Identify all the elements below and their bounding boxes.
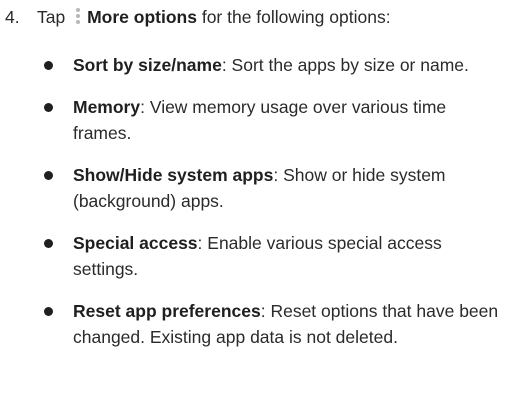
options-list: Sort by size/name: Sort the apps by size… (0, 52, 524, 366)
step-suffix: for the following options: (201, 7, 391, 27)
bullet-icon (44, 171, 53, 180)
more-options-kebab-icon (72, 7, 84, 25)
bullet-icon (44, 103, 53, 112)
step-prefix: Tap (37, 7, 66, 27)
list-item-system-apps: Show/Hide system apps: Show or hide syst… (0, 162, 524, 214)
step-line: 4. Tap More options for the following opt… (5, 4, 391, 30)
list-item-special-access: Special access: Enable various special a… (0, 230, 524, 282)
option-title: Show/Hide system apps (73, 165, 274, 185)
step-number: 4. (5, 7, 20, 27)
option-title: Reset app preferences (73, 301, 261, 321)
option-title: Special access (73, 233, 198, 253)
bullet-icon (44, 61, 53, 70)
option-title: Sort by size/name (73, 55, 222, 75)
list-item-sort: Sort by size/name: Sort the apps by size… (0, 52, 524, 78)
list-item-memory: Memory: View memory usage over various t… (0, 94, 524, 146)
bullet-icon (44, 239, 53, 248)
list-item-reset: Reset app preferences: Reset options tha… (0, 298, 524, 350)
option-desc: : Sort the apps by size or name. (221, 55, 469, 75)
bullet-icon (44, 307, 53, 316)
more-options-label: More options (87, 7, 197, 27)
option-title: Memory (73, 97, 141, 117)
